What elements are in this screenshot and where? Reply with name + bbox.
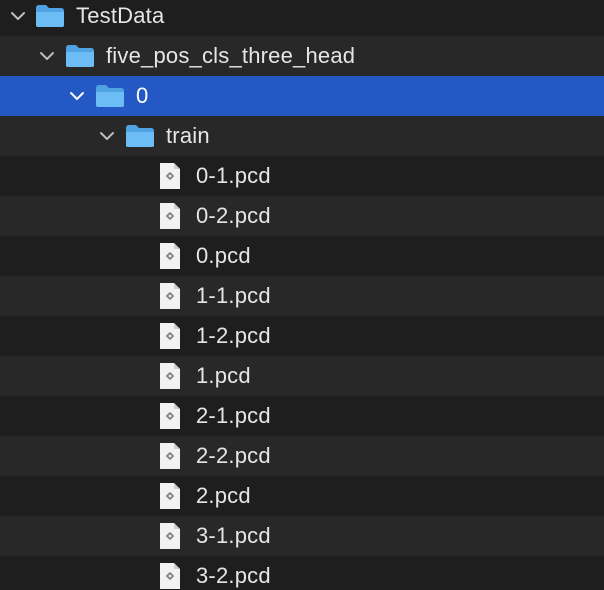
tree-row-file[interactable]: 0-2.pcd <box>0 196 604 236</box>
tree-row-file[interactable]: 2.pcd <box>0 476 604 516</box>
tree-row-label: 0-2.pcd <box>196 203 271 228</box>
tree-row-testdata[interactable]: TestData <box>0 0 604 36</box>
chevron-down-icon[interactable] <box>8 6 28 26</box>
pcd-file-icon <box>159 562 181 590</box>
pcd-file-icon <box>159 322 181 350</box>
chevron-down-icon[interactable] <box>67 86 87 106</box>
tree-row-file[interactable]: 2-2.pcd <box>0 436 604 476</box>
tree-row-label: 2-2.pcd <box>196 443 271 468</box>
tree-row-label: 0.pcd <box>196 243 251 268</box>
tree-row-file[interactable]: 2-1.pcd <box>0 396 604 436</box>
tree-row-file[interactable]: 3-2.pcd <box>0 556 604 590</box>
tree-row-label: 3-1.pcd <box>196 523 271 548</box>
pcd-file-icon <box>159 442 181 470</box>
pcd-file-icon <box>159 522 181 550</box>
folder-icon <box>125 124 155 148</box>
tree-row-five-pos-cls-three-head[interactable]: five_pos_cls_three_head <box>0 36 604 76</box>
pcd-file-icon <box>159 402 181 430</box>
tree-row-label: TestData <box>76 3 165 28</box>
tree-row-label: 1-2.pcd <box>196 323 271 348</box>
pcd-file-icon <box>159 202 181 230</box>
tree-row-label: 1-1.pcd <box>196 283 271 308</box>
tree-row-file[interactable]: 1-1.pcd <box>0 276 604 316</box>
folder-icon <box>35 4 65 28</box>
tree-row-file[interactable]: 0.pcd <box>0 236 604 276</box>
tree-row-file[interactable]: 1-2.pcd <box>0 316 604 356</box>
tree-row-file[interactable]: 3-1.pcd <box>0 516 604 556</box>
tree-row-label: 3-2.pcd <box>196 563 271 588</box>
chevron-down-icon[interactable] <box>37 46 57 66</box>
pcd-file-icon <box>159 282 181 310</box>
tree-row-label: 0 <box>136 83 149 108</box>
file-tree: TestData five_pos_cls_three_head 0 train <box>0 0 604 590</box>
folder-icon <box>65 44 95 68</box>
tree-row-file[interactable]: 1.pcd <box>0 356 604 396</box>
pcd-file-icon <box>159 362 181 390</box>
tree-row-label: five_pos_cls_three_head <box>106 43 356 68</box>
pcd-file-icon <box>159 162 181 190</box>
folder-icon <box>95 84 125 108</box>
tree-row-label: 2-1.pcd <box>196 403 271 428</box>
tree-row-label: train <box>166 123 210 148</box>
chevron-down-icon[interactable] <box>97 126 117 146</box>
tree-row-train[interactable]: train <box>0 116 604 156</box>
tree-row-label: 1.pcd <box>196 363 251 388</box>
pcd-file-icon <box>159 482 181 510</box>
tree-row-label: 2.pcd <box>196 483 251 508</box>
tree-row-0[interactable]: 0 <box>0 76 604 116</box>
tree-row-file[interactable]: 0-1.pcd <box>0 156 604 196</box>
tree-row-label: 0-1.pcd <box>196 163 271 188</box>
pcd-file-icon <box>159 242 181 270</box>
